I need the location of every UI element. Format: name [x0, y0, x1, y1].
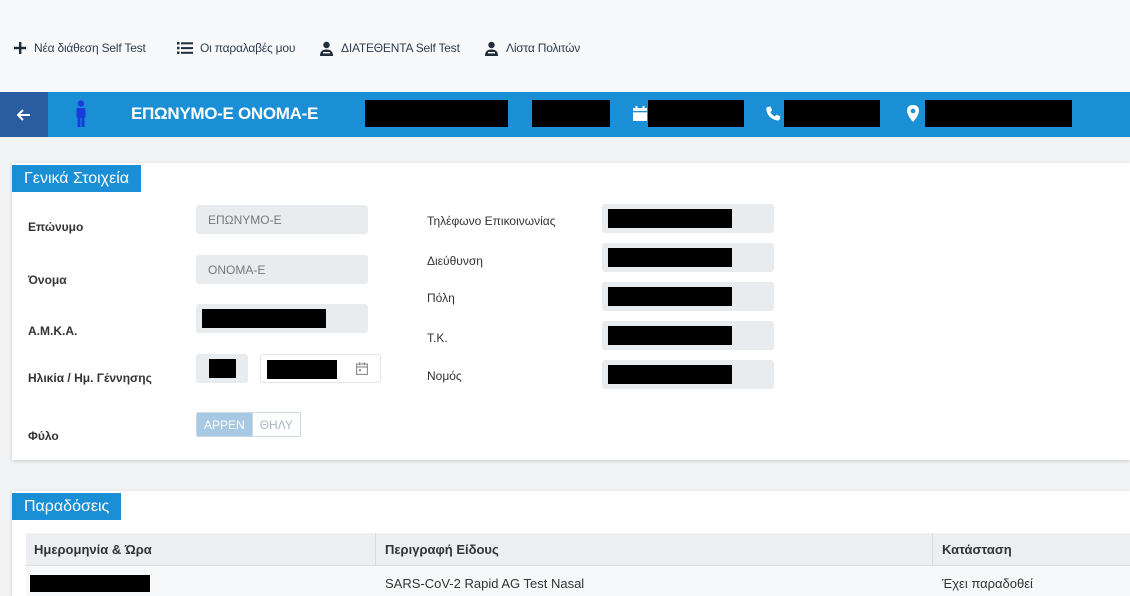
age-field[interactable]	[196, 354, 248, 383]
column-header-status[interactable]: Κατάσταση	[942, 542, 1012, 557]
birthdate-field[interactable]	[260, 354, 381, 383]
surname-field[interactable]: ΕΠΩΝΥΜΟ-Ε	[196, 205, 368, 234]
phone-field[interactable]	[602, 204, 774, 233]
gender-toggle: ΑΡΡΕΝ ΘΗΛΥ	[196, 412, 301, 437]
table-row[interactable]: SARS-CoV-2 Rapid AG Test Nasal Έχει παρα…	[26, 566, 1130, 596]
surname-label: Επώνυμο	[28, 220, 84, 234]
gender-label: Φύλο	[28, 429, 59, 443]
general-info-title: Γενικά Στοιχεία	[12, 165, 142, 192]
prefecture-label: Νομός	[427, 369, 462, 383]
gender-female-option[interactable]: ΘΗΛΥ	[251, 413, 300, 436]
nav-available-selftest-label: ΔΙΑΤΕΘΕΝΤΑ Self Test	[341, 41, 460, 55]
back-button[interactable]	[0, 92, 48, 137]
general-info-card: Γενικά Στοιχεία Επώνυμο ΕΠΩΝΥΜΟ-Ε Όνομα …	[12, 163, 1130, 460]
address-label: Διεύθυνση	[427, 254, 483, 268]
redacted-amka-value	[202, 309, 326, 328]
patient-name: ΕΠΩΝΥΜΟ-Ε ΟΝΟΜΑ-Ε	[131, 104, 319, 123]
nav-citizens-list-label: Λίστα Πολιτών	[506, 41, 581, 55]
redacted-age	[532, 100, 610, 127]
calendar-icon[interactable]	[356, 362, 368, 375]
age-birth-label: Ηλικία / Ημ. Γέννησης	[28, 371, 152, 385]
redacted-address-value	[608, 248, 732, 267]
nav-my-receipts[interactable]: Οι παραλαβές μου	[177, 38, 295, 58]
name-label: Όνομα	[28, 273, 67, 287]
nav-citizens-list[interactable]: Λίστα Πολιτών	[484, 38, 580, 58]
row-description: SARS-CoV-2 Rapid AG Test Nasal	[385, 576, 585, 591]
redacted-age-value	[209, 359, 236, 378]
redacted-birthdate	[648, 100, 744, 127]
map-marker-icon	[907, 105, 919, 122]
prefecture-field[interactable]	[602, 360, 774, 389]
top-navigation: Νέα διάθεση Self Test Οι παραλαβές μου Δ…	[0, 0, 1130, 92]
column-divider	[375, 533, 376, 566]
patient-header: ΕΠΩΝΥΜΟ-Ε ΟΝΟΜΑ-Ε	[0, 92, 1130, 137]
deliveries-card: Παραδόσεις Ημερομηνία & Ώρα Περιγραφή Εί…	[12, 491, 1130, 596]
column-header-description[interactable]: Περιγραφή Είδους	[385, 542, 499, 557]
redacted-amka	[365, 100, 508, 127]
nav-new-selftest-label: Νέα διάθεση Self Test	[34, 41, 146, 55]
nav-available-selftest[interactable]: ΔΙΑΤΕΘΕΝΤΑ Self Test	[319, 38, 460, 58]
redacted-city-value	[608, 287, 732, 306]
user-md-icon	[320, 41, 333, 56]
column-divider	[932, 533, 933, 566]
list-icon	[177, 42, 193, 54]
calendar-icon	[633, 106, 647, 121]
amka-field[interactable]	[196, 304, 368, 333]
redacted-phone	[784, 100, 880, 127]
redacted-datetime-value	[30, 575, 150, 592]
phone-label: Τηλέφωνο Επικοινωνίας	[427, 214, 556, 228]
redacted-birthdate-value	[267, 360, 337, 379]
zip-field[interactable]	[602, 321, 774, 350]
city-field[interactable]	[602, 282, 774, 311]
city-label: Πόλη	[427, 291, 455, 305]
deliveries-table-header: Ημερομηνία & Ώρα Περιγραφή Είδους Κατάστ…	[26, 533, 1130, 566]
name-field[interactable]: ΟΝΟΜΑ-Ε	[196, 255, 368, 284]
row-status: Έχει παραδοθεί	[942, 576, 1033, 591]
male-person-icon	[76, 100, 86, 127]
nav-new-selftest[interactable]: Νέα διάθεση Self Test	[13, 38, 146, 58]
user-md-icon	[485, 41, 498, 56]
amka-label: Α.Μ.Κ.Α.	[28, 324, 78, 338]
redacted-prefecture-value	[608, 365, 732, 384]
deliveries-title: Παραδόσεις	[12, 493, 122, 520]
phone-icon	[766, 106, 781, 121]
gender-male-option[interactable]: ΑΡΡΕΝ	[197, 413, 252, 436]
arrow-left-icon	[17, 108, 30, 121]
nav-my-receipts-label: Οι παραλαβές μου	[200, 41, 296, 55]
plus-icon	[14, 42, 26, 54]
redacted-address	[925, 100, 1072, 127]
redacted-phone-value	[608, 209, 732, 228]
address-field[interactable]	[602, 243, 774, 272]
redacted-zip-value	[608, 326, 732, 345]
zip-label: Τ.Κ.	[427, 331, 448, 345]
column-header-datetime[interactable]: Ημερομηνία & Ώρα	[34, 542, 152, 557]
